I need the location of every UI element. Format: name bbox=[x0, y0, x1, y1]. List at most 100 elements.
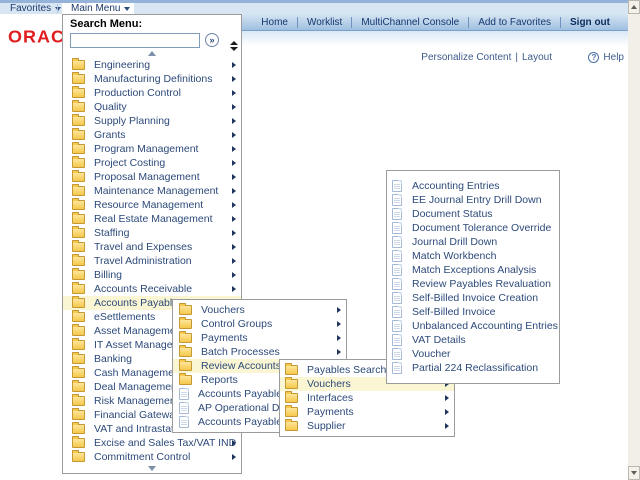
menu-item-engineering[interactable]: Engineering bbox=[63, 58, 241, 72]
menu-item-self-billed-invoice-creation[interactable]: Self-Billed Invoice Creation bbox=[387, 291, 559, 305]
personalize-content-link[interactable]: Personalize Content bbox=[421, 52, 511, 63]
menu-item-grants[interactable]: Grants bbox=[63, 128, 241, 142]
document-icon bbox=[392, 236, 402, 248]
vouchers-submenu-panel: Accounting EntriesEE Journal Entry Drill… bbox=[386, 170, 560, 384]
menu-item-label: Batch Processes bbox=[201, 346, 280, 358]
menu-item-label: Supply Planning bbox=[94, 115, 170, 127]
menu-item-control-groups[interactable]: Control Groups bbox=[173, 317, 346, 331]
submenu-arrow-icon bbox=[232, 188, 236, 194]
menu-item-manufacturing-definitions[interactable]: Manufacturing Definitions bbox=[63, 72, 241, 86]
menu-item-production-control[interactable]: Production Control bbox=[63, 86, 241, 100]
menu-item-journal-drill-down[interactable]: Journal Drill Down bbox=[387, 235, 559, 249]
menu-item-label: Excise and Sales Tax/VAT IND bbox=[94, 437, 236, 449]
nav-link-sign-out[interactable]: Sign out bbox=[570, 17, 610, 28]
menu-item-ee-journal-entry-drill-down[interactable]: EE Journal Entry Drill Down bbox=[387, 193, 559, 207]
menu-item-label: Travel Administration bbox=[94, 255, 192, 267]
folder-icon bbox=[285, 365, 298, 375]
menu-item-match-workbench[interactable]: Match Workbench bbox=[387, 249, 559, 263]
submenu-arrow-icon bbox=[232, 104, 236, 110]
menu-item-label: Vouchers bbox=[307, 378, 351, 390]
menu-item-document-status[interactable]: Document Status bbox=[387, 207, 559, 221]
layout-link[interactable]: Layout bbox=[522, 52, 552, 63]
main-menu-tab[interactable]: Main Menu bbox=[62, 3, 134, 14]
menu-item-document-tolerance-override[interactable]: Document Tolerance Override bbox=[387, 221, 559, 235]
menu-scroll-down[interactable] bbox=[63, 464, 241, 473]
menu-item-supplier[interactable]: Supplier bbox=[280, 419, 454, 433]
menu-item-commitment-control[interactable]: Commitment Control bbox=[63, 450, 241, 464]
menu-item-accounting-entries[interactable]: Accounting Entries bbox=[387, 179, 559, 193]
menu-resize-control[interactable] bbox=[230, 41, 238, 51]
favorites-menu-tab[interactable]: Favorites bbox=[10, 3, 61, 14]
menu-item-batch-processes[interactable]: Batch Processes bbox=[173, 345, 346, 359]
menu-item-vouchers[interactable]: Vouchers bbox=[173, 303, 346, 317]
document-icon bbox=[179, 402, 189, 414]
menu-item-billing[interactable]: Billing bbox=[63, 268, 241, 282]
menu-item-label: Accounts Payable bbox=[94, 297, 178, 309]
vertical-scrollbar[interactable] bbox=[628, 0, 640, 480]
submenu-arrow-icon bbox=[337, 349, 341, 355]
menu-item-quality[interactable]: Quality bbox=[63, 100, 241, 114]
menu-item-label: Banking bbox=[94, 353, 132, 365]
scroll-down-button[interactable] bbox=[628, 466, 640, 480]
search-go-button[interactable]: » bbox=[205, 33, 219, 47]
document-icon bbox=[392, 334, 402, 346]
menu-item-label: Self-Billed Invoice Creation bbox=[412, 292, 538, 304]
menu-item-proposal-management[interactable]: Proposal Management bbox=[63, 170, 241, 184]
menu-item-match-exceptions-analysis[interactable]: Match Exceptions Analysis bbox=[387, 263, 559, 277]
menu-item-review-payables-revaluation[interactable]: Review Payables Revaluation bbox=[387, 277, 559, 291]
search-menu-label: Search Menu: bbox=[63, 17, 241, 31]
menu-item-resource-management[interactable]: Resource Management bbox=[63, 198, 241, 212]
nav-link-home[interactable]: Home bbox=[261, 17, 288, 28]
menu-item-travel-administration[interactable]: Travel Administration bbox=[63, 254, 241, 268]
menu-item-real-estate-management[interactable]: Real Estate Management bbox=[63, 212, 241, 226]
menu-item-staffing[interactable]: Staffing bbox=[63, 226, 241, 240]
scroll-up-button[interactable] bbox=[628, 0, 640, 14]
folder-icon bbox=[72, 256, 85, 266]
menu-item-payments[interactable]: Payments bbox=[173, 331, 346, 345]
nav-link-worklist[interactable]: Worklist bbox=[307, 17, 342, 28]
nav-link-add-to-favorites[interactable]: Add to Favorites bbox=[478, 17, 551, 28]
menu-scroll-up[interactable] bbox=[63, 49, 241, 58]
menu-item-label: Partial 224 Reclassification bbox=[412, 362, 538, 374]
menu-item-label: Match Exceptions Analysis bbox=[412, 264, 536, 276]
menu-item-excise-and-sales-tax-vat-ind[interactable]: Excise and Sales Tax/VAT IND bbox=[63, 436, 241, 450]
menu-item-label: Unbalanced Accounting Entries bbox=[412, 320, 558, 332]
menu-item-unbalanced-accounting-entries[interactable]: Unbalanced Accounting Entries bbox=[387, 319, 559, 333]
menu-item-interfaces[interactable]: Interfaces bbox=[280, 391, 454, 405]
folder-icon bbox=[72, 382, 85, 392]
menu-item-label: Maintenance Management bbox=[94, 185, 218, 197]
help-question-icon: ? bbox=[588, 52, 599, 63]
menu-item-travel-and-expenses[interactable]: Travel and Expenses bbox=[63, 240, 241, 254]
menu-item-accounts-receivable[interactable]: Accounts Receivable bbox=[63, 282, 241, 296]
menu-search-input[interactable] bbox=[70, 33, 200, 48]
menu-item-payments[interactable]: Payments bbox=[280, 405, 454, 419]
menu-item-voucher[interactable]: Voucher bbox=[387, 347, 559, 361]
triangle-up-icon bbox=[148, 51, 156, 56]
menu-item-label: Engineering bbox=[94, 59, 150, 71]
menu-item-label: Resource Management bbox=[94, 199, 203, 211]
help-link[interactable]: ? Help bbox=[588, 52, 624, 63]
nav-link-multichannel-console[interactable]: MultiChannel Console bbox=[361, 17, 459, 28]
chevron-down-icon bbox=[124, 7, 130, 11]
menu-item-self-billed-invoice[interactable]: Self-Billed Invoice bbox=[387, 305, 559, 319]
help-label: Help bbox=[603, 52, 624, 63]
menu-item-maintenance-management[interactable]: Maintenance Management bbox=[63, 184, 241, 198]
menu-item-project-costing[interactable]: Project Costing bbox=[63, 156, 241, 170]
submenu-arrow-icon bbox=[232, 286, 236, 292]
submenu-arrow-icon bbox=[232, 146, 236, 152]
personalize-divider: | bbox=[515, 52, 518, 63]
menu-item-label: Accounting Entries bbox=[412, 180, 500, 192]
menu-item-label: Reports bbox=[201, 374, 238, 386]
menu-item-supply-planning[interactable]: Supply Planning bbox=[63, 114, 241, 128]
menu-item-vat-details[interactable]: VAT Details bbox=[387, 333, 559, 347]
menu-item-partial-224-reclassification[interactable]: Partial 224 Reclassification bbox=[387, 361, 559, 375]
header-fade-band bbox=[242, 31, 628, 46]
submenu-arrow-icon bbox=[337, 321, 341, 327]
document-icon bbox=[392, 348, 402, 360]
folder-icon bbox=[72, 88, 85, 98]
folder-icon bbox=[72, 452, 85, 462]
document-icon bbox=[392, 208, 402, 220]
submenu-arrow-icon bbox=[232, 160, 236, 166]
folder-icon bbox=[179, 375, 192, 385]
menu-item-program-management[interactable]: Program Management bbox=[63, 142, 241, 156]
